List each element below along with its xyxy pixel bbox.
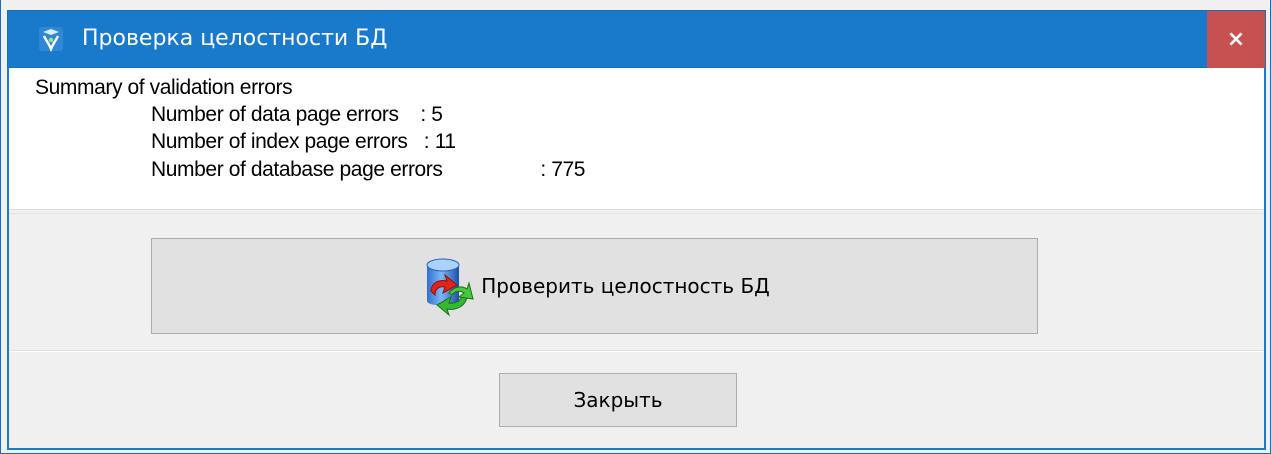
index-page-errors-label: Number of index page errors	[151, 130, 408, 153]
divider	[9, 350, 1264, 352]
database-page-errors-label: Number of database page errors	[151, 158, 443, 181]
window-close-button[interactable]: ×	[1207, 11, 1265, 68]
window-frame-right	[1264, 67, 1266, 450]
data-page-errors-label: Number of data page errors	[151, 103, 399, 126]
title-bar[interactable]: Проверка целостности БД ×	[7, 10, 1266, 68]
data-page-errors-value: 5	[431, 103, 443, 126]
window-frame-bottom	[7, 448, 1266, 450]
database-page-errors-line: Number of database page errors : 775	[151, 156, 585, 183]
index-page-errors-value: 11	[434, 130, 456, 153]
summary-heading: Summary of validation errors	[35, 76, 293, 99]
divider	[9, 213, 1264, 214]
separator-colon: :	[407, 130, 435, 153]
validation-summary-panel: Summary of validation errors Number of d…	[9, 68, 1264, 210]
close-icon: ×	[1226, 26, 1246, 52]
database-page-errors-value: 775	[551, 158, 586, 181]
database-refresh-icon	[426, 258, 474, 317]
check-integrity-button[interactable]: Проверить целостность БД	[151, 238, 1038, 334]
dialog-window: Проверка целостности БД × Summary of val…	[0, 0, 1271, 454]
separator-colon: :	[442, 158, 552, 181]
index-page-errors-line: Number of index page errors : 11	[151, 128, 456, 155]
integrity-check-app-icon	[39, 27, 63, 52]
window-title: Проверка целостности БД	[82, 26, 388, 51]
data-page-errors-line: Number of data page errors : 5	[151, 101, 443, 128]
close-dialog-label: Закрыть	[573, 388, 663, 412]
separator-colon: :	[398, 103, 432, 126]
check-integrity-label: Проверить целостность БД	[481, 274, 770, 298]
close-dialog-button[interactable]: Закрыть	[499, 373, 737, 427]
